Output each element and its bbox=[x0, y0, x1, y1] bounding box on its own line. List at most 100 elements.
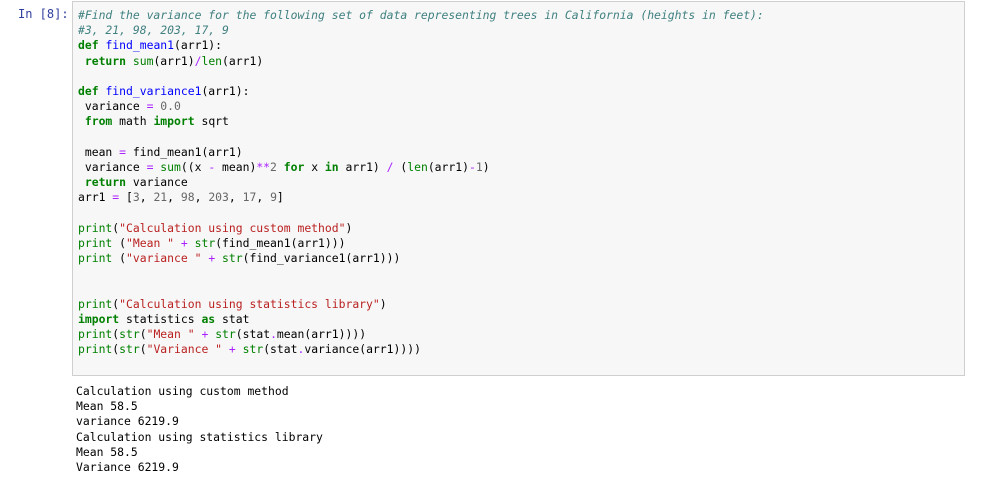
code-token: import bbox=[78, 311, 120, 326]
code-token: x bbox=[304, 159, 325, 174]
code-line: def find_mean1(arr1): bbox=[78, 38, 959, 53]
code-token: , bbox=[228, 190, 243, 205]
code-token: find_variance1 bbox=[105, 83, 202, 98]
code-token: "Calculation using statistics library" bbox=[119, 296, 380, 311]
code-token: ) bbox=[482, 159, 490, 174]
code-line: variance = 0.0 bbox=[78, 99, 959, 114]
code-token: (find_mean1(arr1))) bbox=[215, 235, 346, 250]
code-token: (arr1) bbox=[427, 159, 469, 174]
code-token: ( bbox=[139, 342, 147, 357]
code-token: ( bbox=[139, 326, 147, 341]
code-token: ] bbox=[276, 190, 284, 205]
code-line: print(str("Mean " + str(stat.mean(arr1))… bbox=[78, 327, 959, 342]
code-token: len bbox=[201, 53, 223, 68]
output-area: Calculation using custom method Mean 58.5… bbox=[76, 384, 323, 475]
code-line: print ("Mean " + str(find_mean1(arr1))) bbox=[78, 236, 959, 251]
code-token: ) bbox=[379, 296, 387, 311]
code-input-area[interactable]: #Find the variance for the following set… bbox=[72, 1, 965, 376]
code-token: ((x bbox=[180, 159, 209, 174]
output-line: Calculation using custom method bbox=[76, 384, 289, 398]
code-token: 1 bbox=[475, 159, 483, 174]
code-token: print bbox=[78, 296, 113, 311]
code-line: print ("variance " + str(find_variance1(… bbox=[78, 251, 959, 266]
code-token: (arr1): bbox=[174, 38, 223, 53]
code-token: variance bbox=[78, 159, 147, 174]
code-token: "Mean " bbox=[146, 326, 195, 341]
code-token: variance(arr1)))) bbox=[304, 342, 421, 357]
code-token: mean(arr1)))) bbox=[276, 326, 367, 341]
code-token: return bbox=[84, 53, 127, 68]
output-line: variance 6219.9 bbox=[76, 414, 179, 429]
code-token: + bbox=[228, 342, 236, 357]
code-token: str bbox=[222, 251, 243, 265]
code-token: , bbox=[194, 190, 209, 205]
output-line: Mean 58.5 bbox=[76, 444, 138, 459]
code-token: , bbox=[139, 190, 154, 205]
code-token: . bbox=[270, 326, 277, 341]
code-token: (find_variance1(arr1))) bbox=[242, 251, 401, 265]
code-token: ) bbox=[345, 220, 353, 235]
code-token: find_mean1 bbox=[105, 38, 175, 53]
code-token: print bbox=[78, 220, 113, 235]
code-token: (arr1) bbox=[222, 53, 264, 68]
code-token: "Variance " bbox=[146, 342, 223, 357]
code-token: str bbox=[119, 326, 140, 341]
code-token: 203 bbox=[208, 190, 229, 205]
code-line: return sum(arr1)/len(arr1) bbox=[78, 54, 959, 69]
code-token: sum bbox=[132, 53, 154, 68]
code-token: , bbox=[256, 190, 271, 205]
code-token: , bbox=[167, 190, 181, 205]
code-line: variance = sum((x - mean)**2 for x in ar… bbox=[78, 160, 959, 175]
code-token: math bbox=[112, 114, 154, 129]
code-token: = bbox=[119, 144, 127, 159]
code-line: def find_variance1(arr1): bbox=[78, 84, 959, 99]
code-token: stat bbox=[215, 311, 250, 326]
code-token: mean bbox=[78, 144, 120, 159]
code-token: 2 bbox=[270, 159, 277, 174]
code-line: mean = find_mean1(arr1) bbox=[78, 145, 959, 160]
code-token: sqrt bbox=[194, 114, 229, 129]
code-token: variance bbox=[78, 99, 147, 114]
code-token: [ bbox=[119, 190, 133, 205]
code-token: len bbox=[407, 159, 428, 174]
code-line: arr1 = [3, 21, 98, 203, 17, 9] bbox=[78, 190, 959, 205]
code-token: import bbox=[153, 114, 195, 129]
code-line: #3, 21, 98, 203, 17, 9 bbox=[78, 23, 959, 38]
code-token: "Calculation using custom method" bbox=[119, 220, 346, 235]
code-token: def bbox=[78, 83, 99, 98]
code-token: (arr1): bbox=[201, 83, 250, 98]
code-token: 0.0 bbox=[160, 99, 181, 114]
code-token: find_mean1(arr1) bbox=[126, 144, 243, 159]
code-token: for bbox=[283, 159, 305, 174]
code-token: ( bbox=[393, 159, 408, 174]
code-token: - bbox=[468, 159, 476, 174]
code-line: print("Calculation using custom method") bbox=[78, 221, 959, 236]
code-line: import statistics as stat bbox=[78, 312, 959, 327]
code-token: + bbox=[180, 235, 188, 250]
output-line: Calculation using statistics library bbox=[76, 429, 323, 444]
code-token: arr1) bbox=[338, 159, 387, 174]
code-token: ** bbox=[256, 159, 271, 174]
code-token: str bbox=[215, 326, 236, 341]
code-token: #3, 21, 98, 203, 17, 9 bbox=[78, 23, 229, 38]
code-token: in bbox=[324, 159, 339, 174]
code-token: 98 bbox=[180, 190, 195, 205]
code-token: 3 bbox=[132, 190, 140, 205]
code-token: print bbox=[78, 342, 113, 357]
code-token: (stat bbox=[235, 326, 271, 341]
